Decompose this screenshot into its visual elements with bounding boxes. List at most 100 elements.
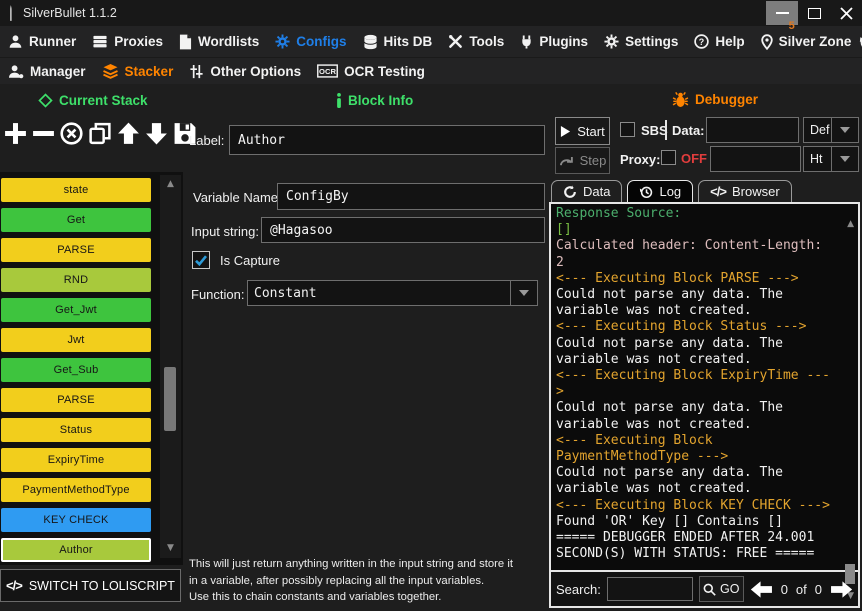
- is-capture-checkbox[interactable]: [192, 251, 210, 269]
- plug-icon: [520, 34, 533, 50]
- proxy-input[interactable]: [710, 146, 801, 172]
- menu-help[interactable]: ? Help: [686, 26, 752, 57]
- stack-block[interactable]: Get_Sub: [1, 358, 151, 382]
- stack-block[interactable]: RND: [1, 268, 151, 292]
- chevron-down-icon: [840, 127, 850, 133]
- remove-block-button[interactable]: [31, 121, 56, 146]
- stack-block[interactable]: PaymentMethodType: [1, 478, 151, 502]
- stack-block[interactable]: Get: [1, 208, 151, 232]
- label-field-label: Label:: [189, 133, 224, 148]
- stack-toolbar: [3, 121, 198, 146]
- stack-block-label: Get_Sub: [54, 364, 99, 376]
- log-output[interactable]: Response Source:[]Calculated header: Con…: [551, 204, 858, 570]
- close-button[interactable]: [830, 0, 862, 26]
- tab-data[interactable]: Data: [551, 180, 622, 202]
- log-line: <--- Executing Block ExpiryTime ---: [556, 368, 840, 384]
- proxy-label: Proxy:: [620, 152, 660, 167]
- move-up-button[interactable]: [116, 121, 141, 146]
- stack-block[interactable]: ExpiryTime: [1, 448, 151, 472]
- wordlist-type-dropdown[interactable]: Def: [803, 117, 859, 143]
- dropdown-divider: [831, 147, 832, 171]
- debugger-title: Debugger: [695, 92, 758, 107]
- start-button[interactable]: Start: [555, 117, 610, 145]
- duplicate-block-button[interactable]: [87, 121, 113, 146]
- maximize-button[interactable]: [798, 0, 830, 26]
- menu-runner[interactable]: Runner: [0, 26, 84, 57]
- proxy-type-dropdown[interactable]: Ht: [803, 146, 859, 172]
- stack-block[interactable]: Jwt: [1, 328, 151, 352]
- variable-name-label: Variable Name:: [193, 190, 282, 205]
- tab-data-label: Data: [583, 184, 610, 199]
- submenu-stacker[interactable]: Stacker: [94, 58, 182, 84]
- search-input[interactable]: [607, 577, 693, 601]
- log-line: Could not parse any data. The: [556, 465, 840, 481]
- svg-text:?: ?: [699, 37, 704, 47]
- menu-wordlists[interactable]: Wordlists: [171, 26, 267, 57]
- stack-scrollbar-thumb[interactable]: [164, 367, 176, 431]
- stack-block[interactable]: PARSE: [1, 238, 151, 262]
- current-stack-title: Current Stack: [59, 93, 148, 108]
- log-line: Could not parse any data. The: [556, 400, 840, 416]
- switch-to-loliscript-button[interactable]: </> SWITCH TO LOLISCRIPT: [0, 569, 181, 602]
- menu-configs[interactable]: Configs: [267, 26, 354, 57]
- add-block-button[interactable]: [3, 121, 28, 146]
- submenu-manager-label: Manager: [30, 64, 86, 79]
- switch-button-label: SWITCH TO LOLISCRIPT: [29, 579, 175, 593]
- menu-plugins-label: Plugins: [539, 34, 588, 49]
- tab-browser[interactable]: </> Browser: [698, 180, 791, 202]
- stack-block-label: PARSE: [57, 394, 94, 406]
- function-dropdown[interactable]: Constant: [247, 280, 538, 306]
- log-line: Could not parse any data. The: [556, 336, 840, 352]
- menu-hitsdb[interactable]: Hits DB: [355, 26, 441, 57]
- data-input[interactable]: [706, 117, 799, 143]
- stack-block[interactable]: Status: [1, 418, 151, 442]
- next-match-button[interactable]: [830, 580, 853, 599]
- tab-log[interactable]: Log: [627, 180, 693, 202]
- variable-name-input[interactable]: [277, 183, 545, 210]
- log-line: variable was not created.: [556, 352, 840, 368]
- step-button-label: Step: [580, 153, 607, 168]
- prev-match-button[interactable]: [750, 580, 773, 599]
- proxy-type-value: Ht: [804, 152, 831, 166]
- stack-block-label: Get_Jwt: [55, 304, 97, 316]
- proxy-checkbox[interactable]: [661, 150, 676, 165]
- stack-scroll-down[interactable]: ▼: [160, 544, 181, 553]
- label-input[interactable]: [229, 125, 545, 155]
- menu-plugins[interactable]: Plugins: [512, 26, 596, 57]
- description-line: in a variable, after possibly replacing …: [189, 573, 551, 590]
- move-down-button[interactable]: [144, 121, 169, 146]
- clear-blocks-button[interactable]: [59, 121, 84, 146]
- description-line: This will just return anything written i…: [189, 556, 551, 573]
- menu-settings[interactable]: Settings: [596, 26, 686, 57]
- window-controls: [766, 0, 862, 26]
- silverbullet-window: SilverBullet 1.1.2 Runner Proxies Wordli…: [0, 0, 862, 611]
- step-button[interactable]: Step: [555, 147, 610, 174]
- data-label: Data:: [672, 123, 705, 138]
- stack-block[interactable]: state: [1, 178, 151, 202]
- stack-block[interactable]: KEY CHECK: [1, 508, 151, 532]
- proxy-status: OFF: [681, 151, 707, 166]
- stack-scrollbar[interactable]: ▲ ▼: [160, 175, 181, 558]
- input-string-input[interactable]: [261, 217, 545, 243]
- log-line: Response Source:: [556, 206, 840, 222]
- menu-silver-zone[interactable]: 5 Silver Zone: [753, 26, 860, 57]
- menu-proxies[interactable]: Proxies: [84, 26, 171, 57]
- stack-block-label: KEY CHECK: [43, 514, 108, 526]
- start-button-label: Start: [577, 124, 604, 139]
- submenu-ocr-testing[interactable]: OCR OCR Testing: [309, 58, 433, 84]
- sbs-checkbox[interactable]: [620, 122, 635, 137]
- menu-runner-label: Runner: [29, 34, 76, 49]
- go-button[interactable]: GO: [699, 576, 744, 602]
- submenu-manager[interactable]: Manager: [0, 58, 94, 84]
- stack-block[interactable]: PARSE: [1, 388, 151, 412]
- submenu-other-options[interactable]: Other Options: [181, 58, 309, 84]
- stack-block[interactable]: Author: [1, 538, 151, 562]
- code-icon: </>: [710, 184, 726, 199]
- stack-block[interactable]: Get_Jwt: [1, 298, 151, 322]
- menu-tools[interactable]: Tools: [440, 26, 512, 57]
- stack-scroll-up[interactable]: ▲: [160, 180, 181, 189]
- log-line: ===== DEBUGGER ENDED AFTER 24.001: [556, 530, 840, 546]
- log-scroll-up[interactable]: ▲: [847, 220, 854, 229]
- stack-list: state Get PARSE RND Get_Jwt Jwt Get_Sub …: [1, 172, 152, 562]
- svg-text:OCR: OCR: [319, 67, 336, 76]
